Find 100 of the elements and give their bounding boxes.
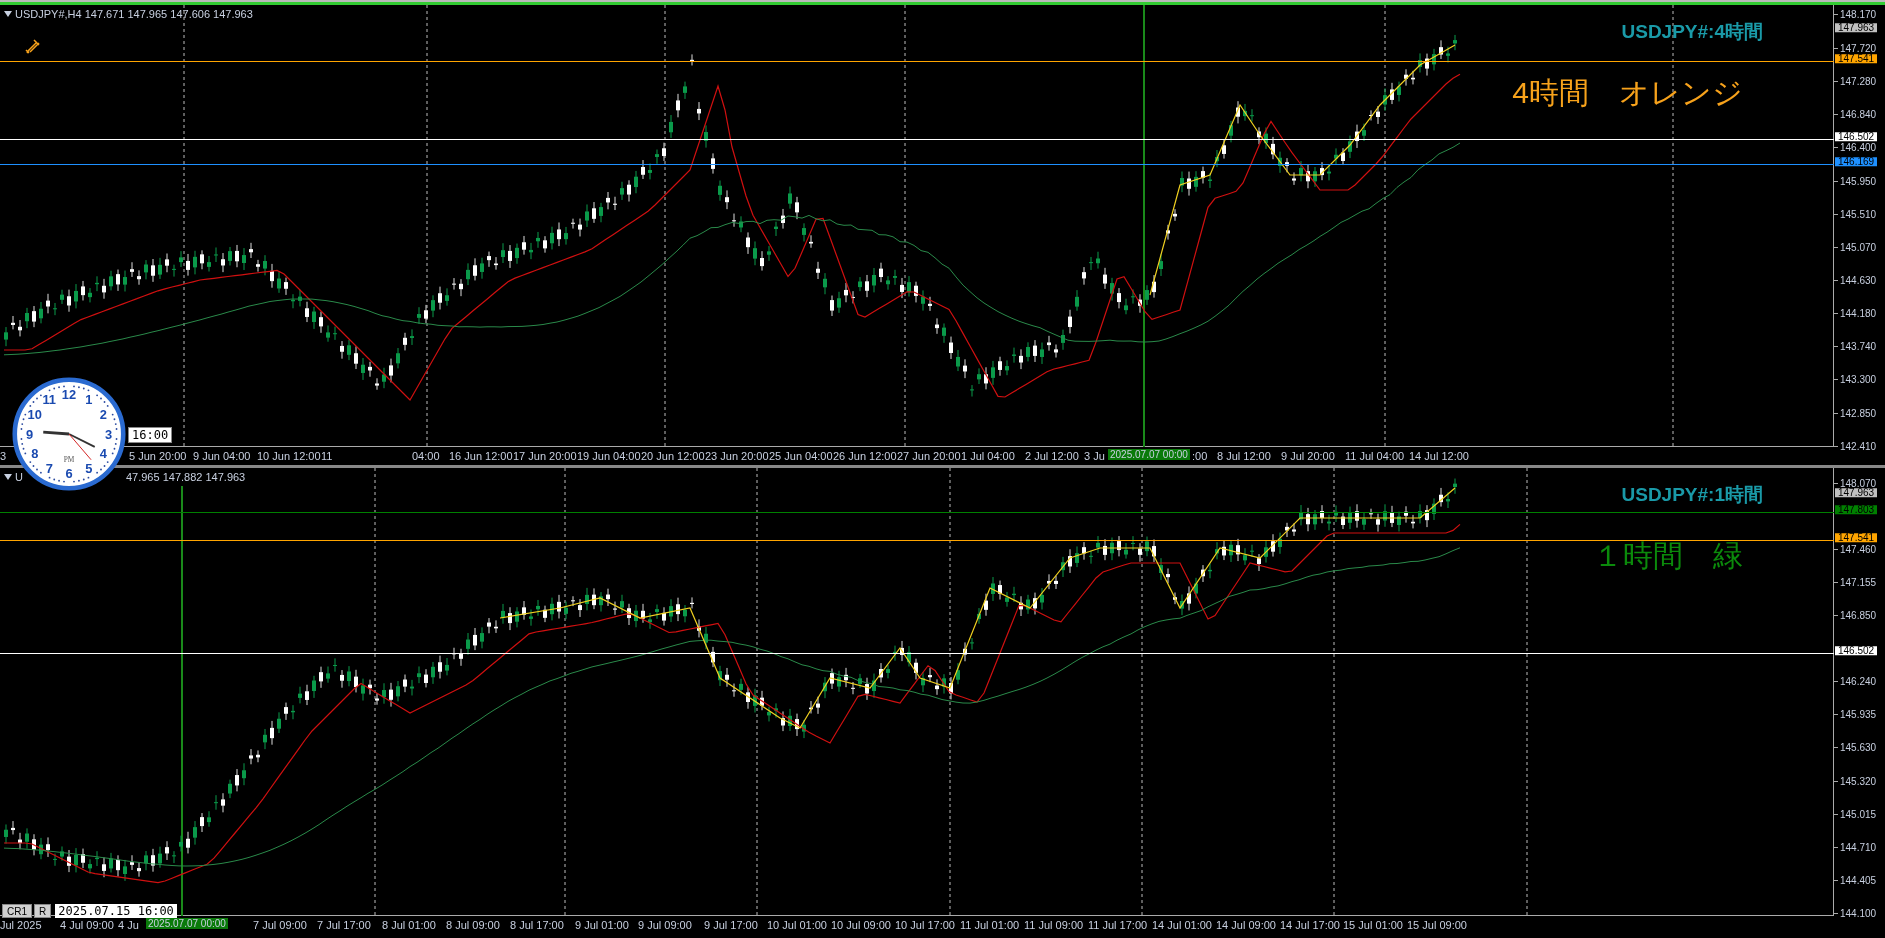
clock-period-label: PM (63, 454, 75, 464)
clock-numeral: 1 (85, 392, 93, 408)
time-axis-label: 15 Jul 09:00 (1407, 919, 1467, 931)
chart-note: １時間 緑 (1593, 538, 1743, 574)
time-axis-label: 10 Jul 09:00 (831, 919, 891, 931)
time-axis-label: 10 Jul 17:00 (895, 919, 955, 931)
time-axis-label: 3 (0, 450, 7, 462)
price-level-tag: 146.502 (1835, 646, 1878, 656)
price-tick-label: 144.100 (1840, 908, 1877, 918)
time-axis-label: 9 Jul 20:00 (1281, 450, 1335, 462)
price-tick-label: 148.170 (1840, 9, 1877, 19)
ohlc-values: 147.671 147.965 147.606 147.963 (84, 8, 253, 20)
pencil-icon[interactable] (25, 38, 41, 54)
clock-numeral: 10 (27, 406, 42, 422)
time-axis-label: 8 Jul 12:00 (1217, 450, 1271, 462)
time-axis-label: 7 Jul 17:00 (317, 919, 371, 931)
time-axis-label: 7 Jul 09:00 (253, 919, 307, 931)
time-axis-label: 2 Jul 12:00 (1025, 450, 1079, 462)
time-axis-label: 9 Jul 01:00 (575, 919, 629, 931)
time-axis-label: 19 Jun 04:00 (577, 450, 641, 462)
price-tick-label: 147.720 (1840, 43, 1877, 53)
price-tick-label: 147.155 (1840, 577, 1877, 587)
crosshair-time-label: 2025.07.07 00:00 (146, 918, 228, 929)
time-axis-label: 9 Jun 04:00 (193, 450, 251, 462)
symbol-label: USDJPY#,H4 (15, 8, 82, 20)
price-tick-label: 145.935 (1840, 709, 1877, 719)
clock-numeral: 9 (25, 426, 34, 442)
clock-numeral: 2 (99, 406, 107, 422)
price-tick-label: 144.180 (1840, 308, 1877, 318)
price-tick-label: 144.710 (1840, 842, 1877, 852)
time-axis-label: 16 Jun 12:00 (449, 450, 513, 462)
clock-numeral: 6 (65, 466, 73, 482)
price-tick-label: 146.840 (1840, 109, 1877, 119)
caret-icon[interactable] (4, 11, 12, 17)
time-axis-label: 10 Jul 01:00 (767, 919, 827, 931)
clock-hands-drawing (43, 430, 96, 461)
time-axis-label: 14 Jul 17:00 (1280, 919, 1340, 931)
price-tick-label: 145.510 (1840, 209, 1877, 218)
chart-title: USDJPY#:4時間 (1621, 20, 1763, 44)
symbol-label: U (15, 471, 23, 483)
time-axis-label: 9 Jul 09:00 (638, 919, 692, 931)
time-axis-label: 8 Jul 09:00 (446, 919, 500, 931)
time-axis-label: 04:00 (412, 450, 440, 462)
clock-time-label: 16:00 (128, 427, 173, 443)
price-tick-label: 146.400 (1840, 142, 1877, 152)
chart-tab[interactable]: R (34, 904, 52, 918)
time-axis-label: 4 Jul 09:00 (60, 919, 114, 931)
time-axis-label: 11 Jul 01:00 (960, 919, 1020, 931)
time-axis-label: 26 Jun 12:00 (833, 450, 897, 462)
time-axis-label: 14 Jul 09:00 (1216, 919, 1276, 931)
price-tick-label: 148.070 (1840, 478, 1877, 488)
time-axis-label: 3 Ju (1084, 450, 1105, 462)
price-tick-label: 142.410 (1840, 441, 1877, 451)
current-price-tag: 147.963 (1835, 22, 1878, 32)
price-tick-label: 145.015 (1840, 809, 1877, 819)
time-axis-label: 15 Jul 01:00 (1343, 919, 1403, 931)
price-tick-label: 147.460 (1840, 544, 1877, 554)
caret-icon[interactable] (4, 474, 12, 480)
time-axis-label: 11 Jul 17:00 (1088, 919, 1148, 931)
price-tick-label: 145.070 (1840, 242, 1877, 251)
clock-numeral: 7 (45, 460, 53, 476)
time-axis-label: 14 Jul 01:00 (1152, 919, 1212, 931)
current-price-tag: 147.963 (1835, 487, 1878, 497)
chart-tab[interactable]: CR1 (2, 904, 32, 918)
price-tick-label: 147.280 (1840, 76, 1877, 86)
time-axis-label: 8 Jul 01:00 (382, 919, 436, 931)
time-axis-label: 1 Jul 04:00 (961, 450, 1015, 462)
time-axis-label: 5 Jun 20:00 (129, 450, 187, 462)
clock-numeral: 11 (42, 392, 57, 408)
clock-numeral: 12 (61, 387, 77, 403)
time-axis-label: 20 Jun 12:00 (641, 450, 705, 462)
time-axis-label: 8 Jul 17:00 (510, 919, 564, 931)
time-axis-label: 4 Ju (118, 919, 139, 931)
price-tick-label: 146.240 (1840, 676, 1877, 686)
time-axis-label: 11 (321, 450, 333, 462)
time-axis-label: 23 Jun 20:00 (705, 450, 769, 462)
time-axis-label: 27 Jun 20:00 (897, 450, 961, 462)
time-axis-label: 10 Jun 12:00 (257, 450, 321, 462)
price-tick-label: 145.630 (1840, 742, 1877, 752)
status-time-label: 2025.07.15 16:00 (55, 904, 177, 918)
clock-numeral: 8 (31, 446, 39, 462)
price-tick-label: 144.630 (1840, 275, 1877, 284)
chart-title: USDJPY#:1時間 (1621, 483, 1763, 507)
price-tick-label: 145.320 (1840, 776, 1877, 786)
chart-note: 4時間 オレンジ (1512, 75, 1743, 111)
price-level-tag: 146.502 (1835, 132, 1878, 142)
price-tick-label: 143.740 (1840, 341, 1877, 351)
time-axis-label: 25 Jun 04:00 (769, 450, 833, 462)
price-tick-label: 145.950 (1840, 176, 1877, 185)
price-tick-label: 142.850 (1840, 408, 1877, 418)
time-axis-label: Jul 2025 (0, 919, 42, 931)
price-tick-label: 146.850 (1840, 610, 1877, 620)
price-tick-label: 143.300 (1840, 374, 1877, 384)
time-axis-label: 11 Jul 04:00 (1345, 450, 1405, 462)
clock-numeral: 5 (85, 460, 93, 476)
time-axis-label: 9 Jul 17:00 (704, 919, 758, 931)
price-level-tag: 147.541 (1835, 533, 1878, 543)
time-axis-label: 11 Jul 09:00 (1024, 919, 1084, 931)
time-axis-label: 14 Jul 12:00 (1409, 450, 1469, 462)
price-level-tag: 146.169 (1835, 157, 1878, 167)
